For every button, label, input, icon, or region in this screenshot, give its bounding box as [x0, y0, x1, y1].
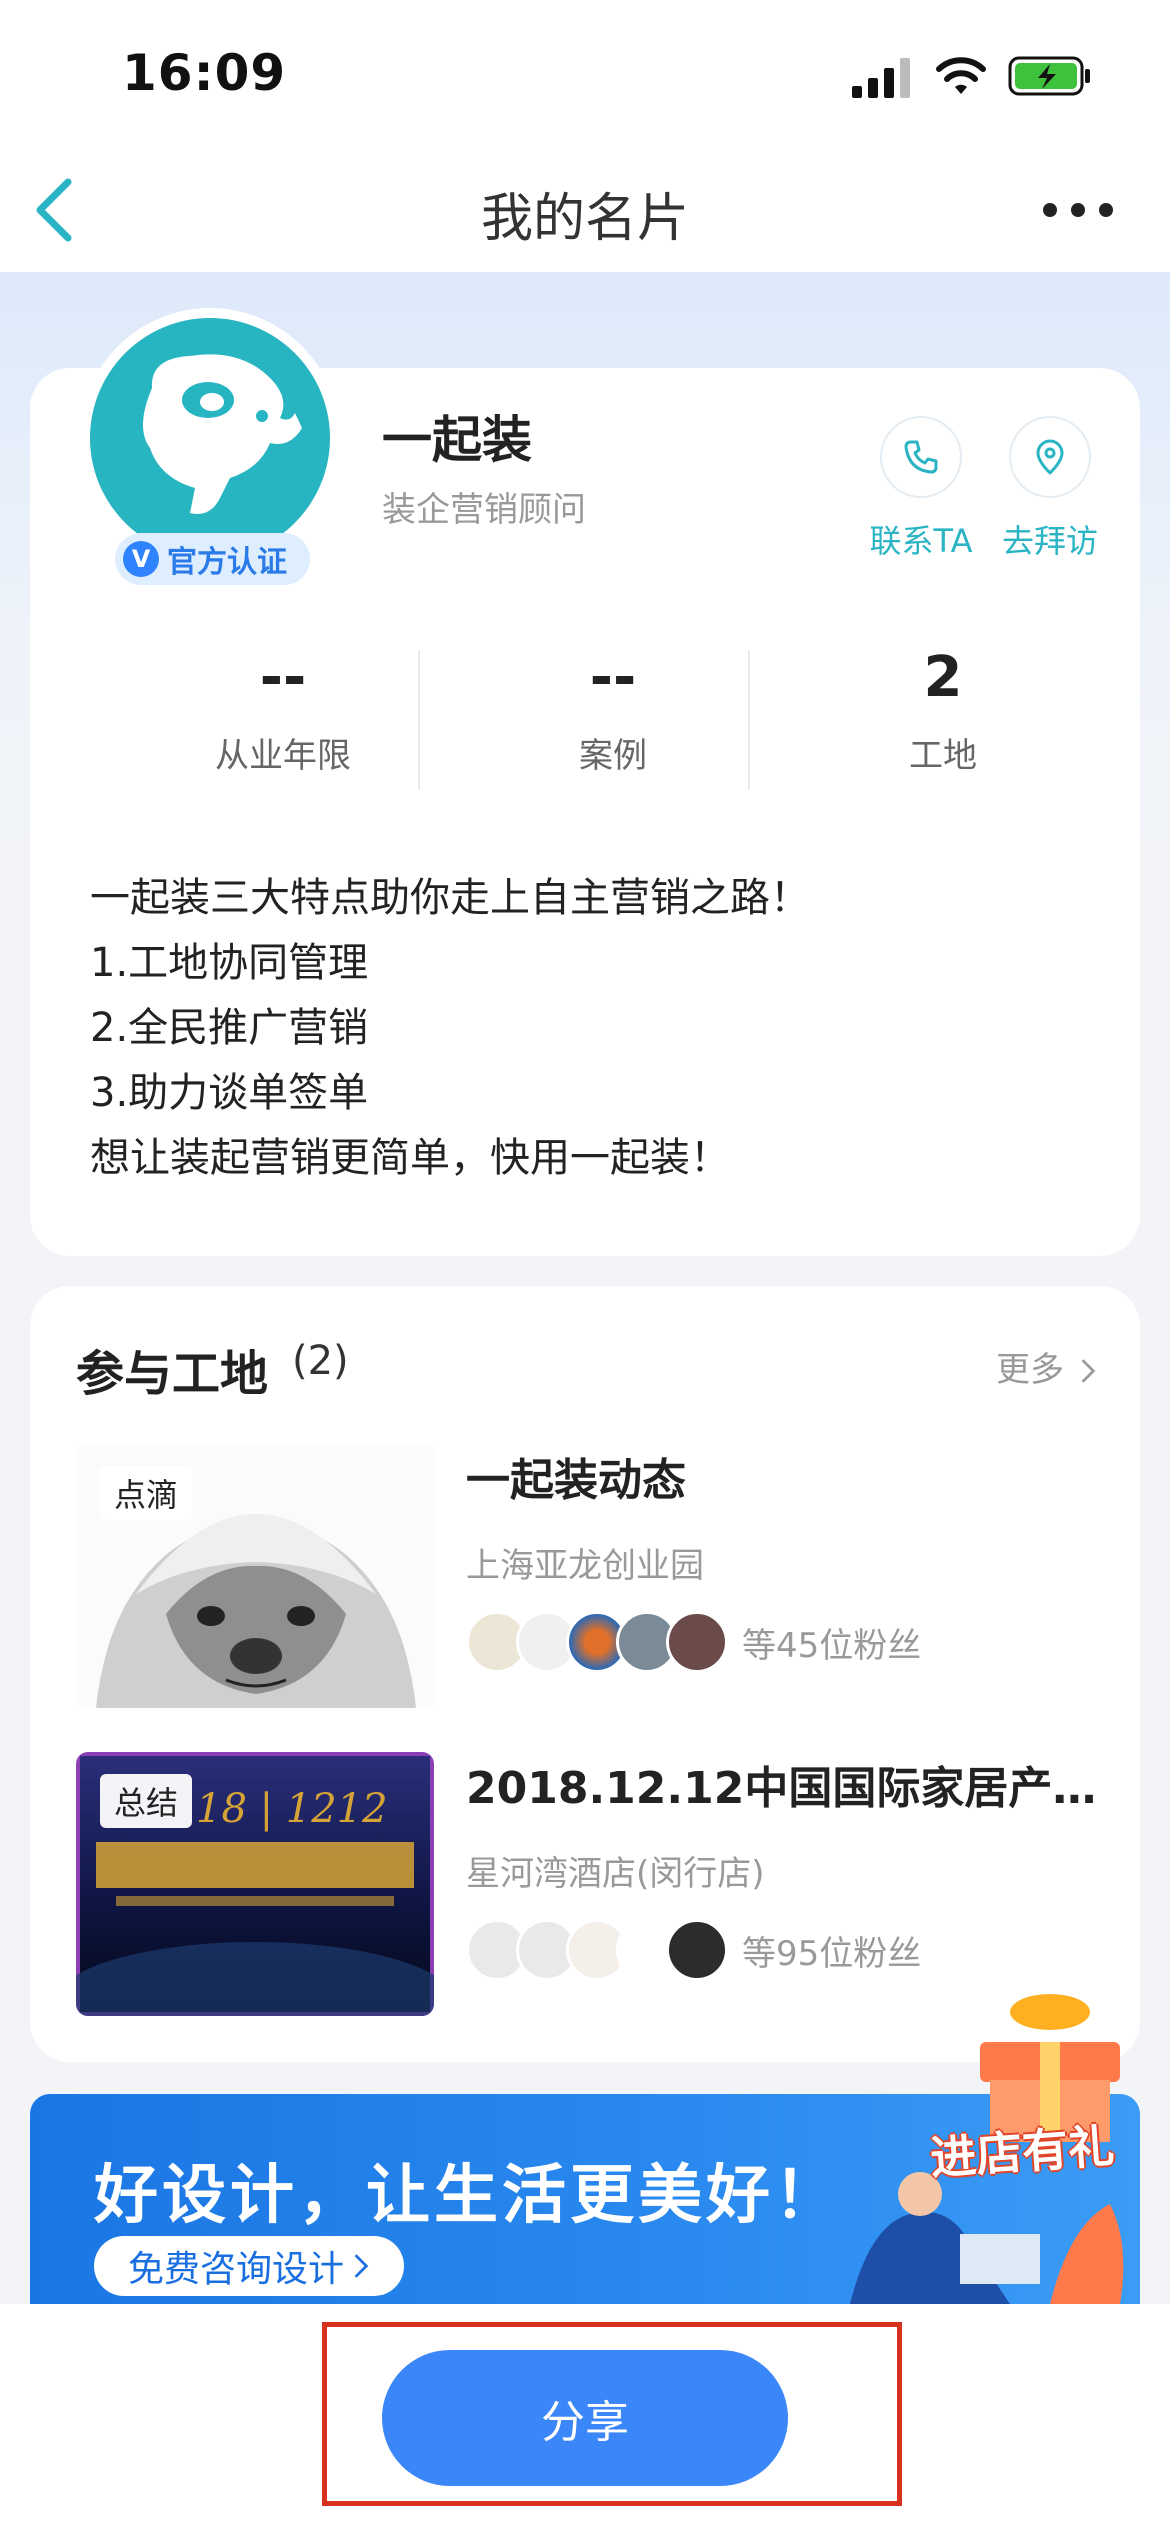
site-thumbnail[interactable]: 18 | 1212 总结 — [76, 1752, 434, 2016]
navigation-bar: 我的名片 — [0, 150, 1170, 272]
sites-more-label: 更多 — [996, 1350, 1064, 1390]
profile-name: 一起装 — [382, 411, 532, 469]
site-thumbnail[interactable]: 点滴 — [76, 1444, 436, 1708]
more-options-icon[interactable] — [1038, 190, 1118, 230]
status-time: 16:09 — [122, 44, 287, 102]
divider — [418, 650, 420, 790]
location-icon — [1036, 439, 1064, 475]
profile-intro: 一起装三大特点助你走上自主营销之路！ 1.工地协同管理 2.全民推广营销 3.助… — [90, 866, 1110, 1191]
sites-more-link[interactable]: 更多 — [996, 1342, 1097, 1391]
site-address: 上海亚龙创业园 — [466, 1546, 704, 1586]
site-fans[interactable]: 等95位粉丝 — [466, 1918, 921, 1982]
highlight-annotation — [322, 2322, 902, 2506]
chevron-right-icon — [1081, 1359, 1096, 1383]
site-tag: 总结 — [100, 1774, 193, 1828]
stat-sites-label: 工地 — [909, 736, 977, 776]
contact-button-label: 联系TA — [869, 522, 973, 560]
profile-role: 装企营销顾问 — [382, 490, 586, 530]
svg-text:18 | 1212: 18 | 1212 — [196, 1786, 388, 1832]
site-tag: 点滴 — [100, 1466, 193, 1520]
battery-charging-icon — [1008, 56, 1090, 96]
fan-avatar — [666, 1919, 728, 1981]
site-address: 星河湾酒店(闵行店) — [466, 1854, 765, 1894]
chevron-right-icon — [354, 2254, 369, 2278]
stat-sites[interactable]: 2 工地 — [778, 640, 1108, 777]
stat-years: -- 从业年限 — [118, 640, 448, 777]
contact-button[interactable]: 联系TA — [851, 416, 991, 562]
verified-icon: V — [123, 541, 159, 577]
stats-row: -- 从业年限 -- 案例 2 工地 — [30, 640, 1140, 800]
sites-count: (2) — [292, 1338, 349, 1384]
verified-badge-label: 官方认证 — [167, 545, 287, 580]
page-title: 我的名片 — [480, 189, 689, 249]
site-fans-count: 等95位粉丝 — [742, 1933, 922, 1974]
site-title[interactable]: 2018.12.12中国国际家居产… — [466, 1752, 1096, 1816]
gift-promo-label[interactable]: 进店有礼 — [928, 2110, 1116, 2189]
sites-section-title: 参与工地 — [76, 1346, 269, 1402]
wifi-icon — [936, 57, 986, 94]
intro-line: 3.助力谈单签单 — [90, 1070, 369, 1116]
banner-title: 好设计，让生活更美好！ — [94, 2159, 842, 2233]
stat-sites-value: 2 — [923, 645, 963, 710]
stat-cases-value: -- — [589, 645, 637, 710]
intro-line: 一起装三大特点助你走上自主营销之路！ — [90, 875, 810, 921]
fan-avatar — [666, 1611, 728, 1673]
visit-button[interactable]: 去拜访 — [980, 416, 1120, 562]
stat-cases-label: 案例 — [579, 736, 647, 776]
site-title[interactable]: 一起装动态 — [466, 1444, 686, 1508]
verified-badge: V 官方认证 — [115, 533, 310, 585]
cellular-signal-icon — [852, 58, 910, 98]
site-fans-count: 等45位粉丝 — [742, 1625, 922, 1666]
stat-years-value: -- — [259, 645, 307, 710]
stat-cases[interactable]: -- 案例 — [448, 640, 778, 777]
stat-years-label: 从业年限 — [215, 736, 351, 776]
intro-line: 1.工地协同管理 — [90, 940, 369, 986]
free-consult-label: 免费咨询设计 — [127, 2249, 344, 2290]
free-consult-button[interactable]: 免费咨询设计 — [94, 2236, 404, 2296]
divider — [748, 650, 750, 790]
intro-line: 想让装起营销更简单，快用一起装！ — [90, 1135, 730, 1181]
mascot-logo-icon — [142, 354, 302, 514]
visit-button-label: 去拜访 — [1001, 522, 1098, 560]
avatar-container: V 官方认证 — [60, 308, 330, 598]
intro-line: 2.全民推广营销 — [90, 1005, 369, 1051]
phone-icon — [904, 440, 938, 474]
avatar — [90, 318, 330, 558]
site-fans[interactable]: 等45位粉丝 — [466, 1610, 921, 1674]
status-bar: 16:09 — [0, 0, 1170, 150]
